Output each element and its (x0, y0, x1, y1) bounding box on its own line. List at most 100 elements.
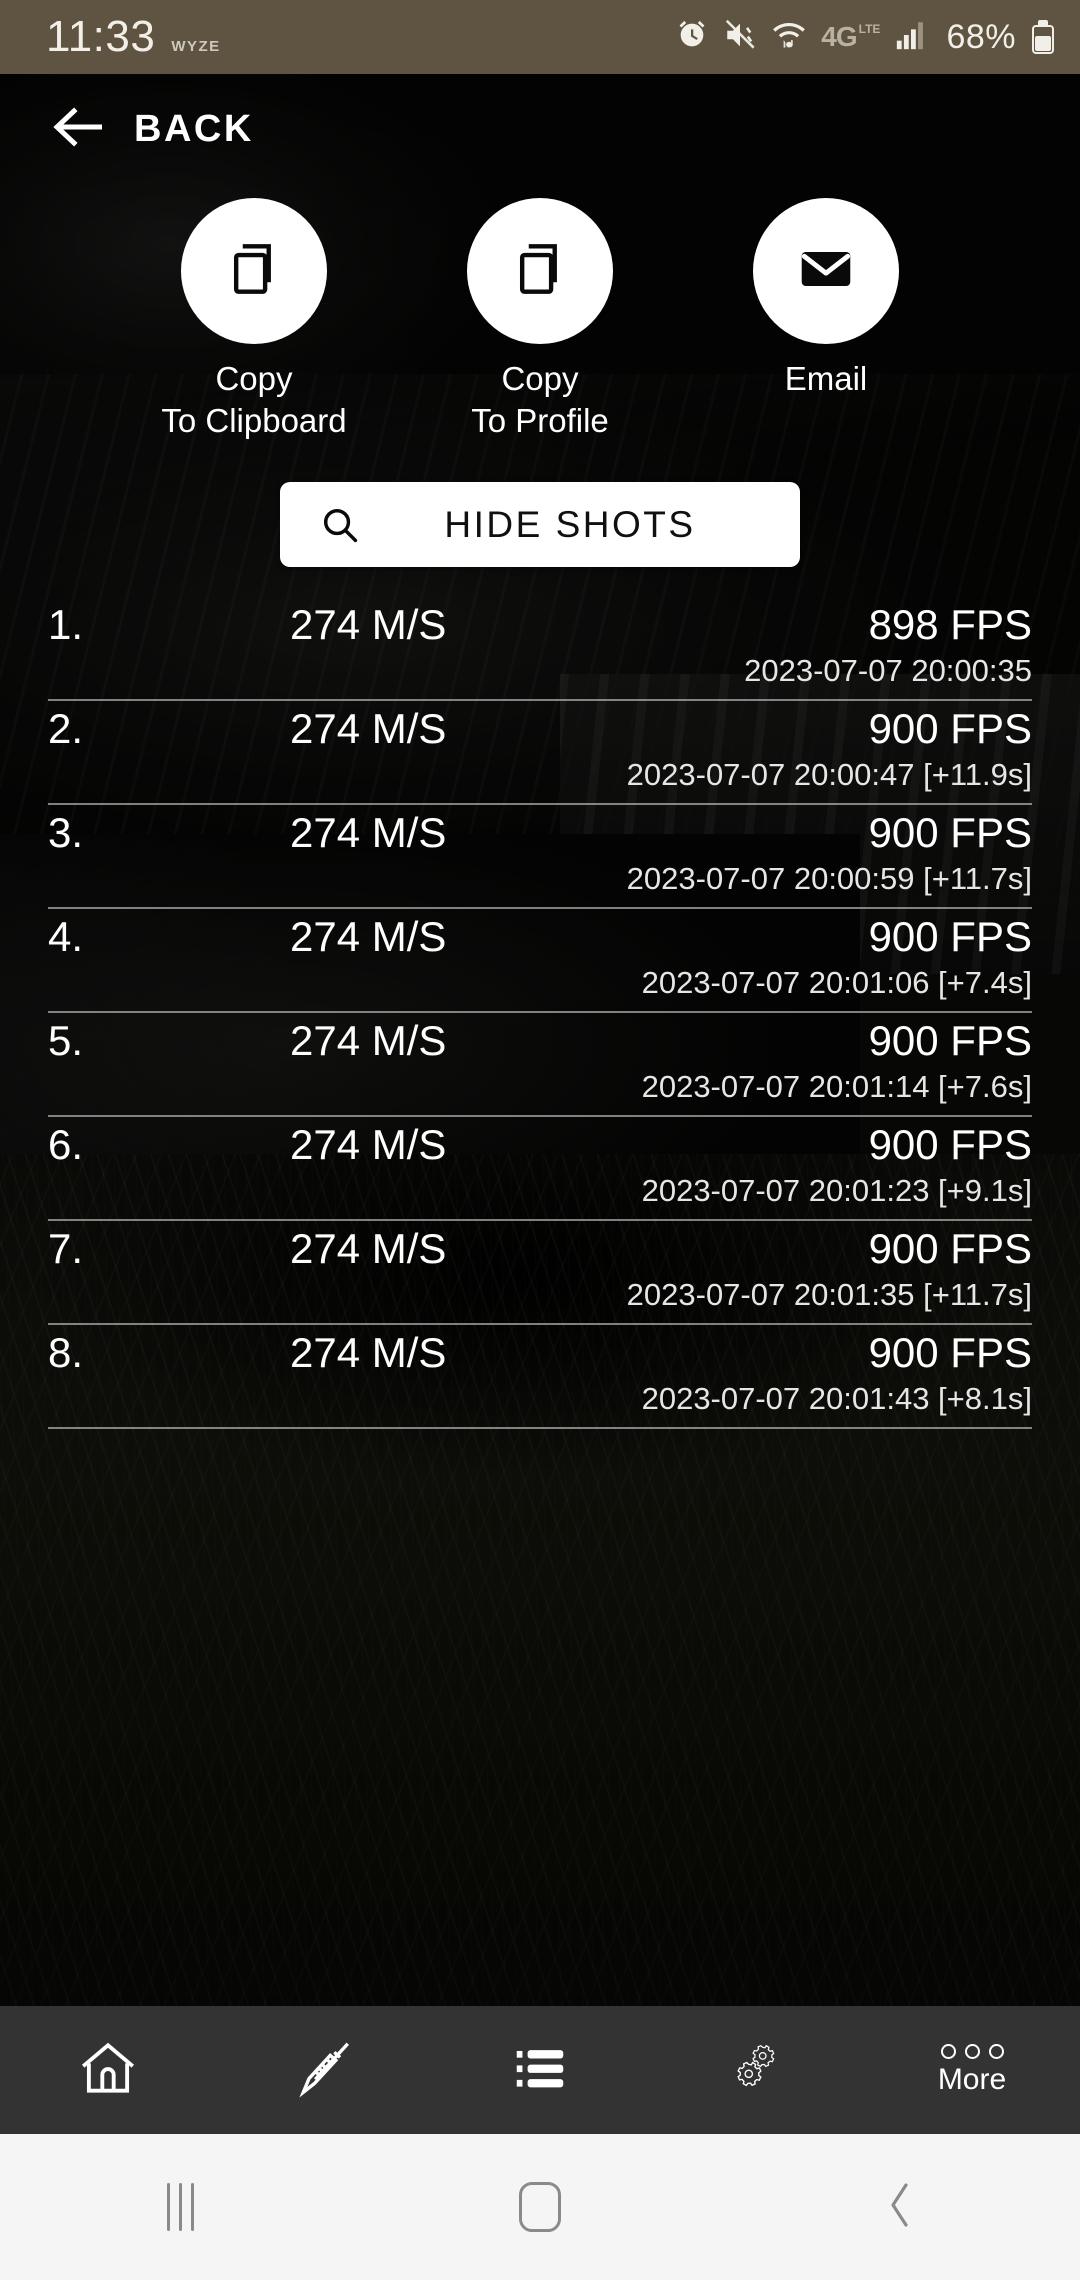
shot-index: 5. (48, 1017, 84, 1065)
battery-icon (1032, 20, 1054, 54)
nav-item-list[interactable] (432, 2006, 648, 2134)
android-system-nav (0, 2134, 1080, 2280)
rifle-icon (293, 2037, 355, 2104)
shot-timestamp: 2023-07-07 20:01:43 [+8.1s] (641, 1381, 1032, 1417)
copy-to-clipboard-circle (181, 198, 327, 344)
nav-item-more-label: More (937, 2062, 1007, 2096)
back-button-label: BACK (134, 107, 254, 150)
copy-to-profile-button[interactable]: Copy To Profile (437, 198, 643, 442)
shot-timestamp: 2023-07-07 20:00:59 [+11.7s] (626, 861, 1032, 897)
app-content: BACK Copy To Clipboard Copy To Profile E… (0, 74, 1080, 2134)
shot-row-main: 3. 274 M/S 900 FPS (48, 809, 1032, 857)
shot-index: 2. (48, 705, 84, 753)
shot-timestamp: 2023-07-07 20:01:23 [+9.1s] (641, 1173, 1032, 1209)
status-bar-left: 11:33 WYZE (46, 15, 221, 59)
copy-to-clipboard-button[interactable]: Copy To Clipboard (151, 198, 357, 442)
nav-item-more[interactable]: More (864, 2006, 1080, 2134)
hide-shots-label: HIDE SHOTS (444, 503, 696, 545)
mute-vibrate-icon (723, 18, 757, 57)
shot-row-main: 6. 274 M/S 900 FPS (48, 1121, 1032, 1169)
shot-speed: 274 M/S (290, 601, 447, 649)
nav-item-settings[interactable] (648, 2006, 864, 2134)
home-icon (519, 2182, 561, 2232)
status-carrier-label: WYZE (171, 38, 221, 55)
shot-index: 6. (48, 1121, 84, 1169)
status-bar-right: 4G LTE 68% (675, 17, 1054, 58)
table-row[interactable]: 8. 274 M/S 900 FPS 2023-07-07 20:01:43 [… (48, 1325, 1032, 1430)
copy-to-profile-circle (467, 198, 613, 344)
shot-speed: 274 M/S (290, 1225, 447, 1273)
shot-fps: 900 FPS (868, 809, 1032, 857)
shot-timestamp: 2023-07-07 20:00:35 (744, 653, 1032, 689)
shot-index: 8. (48, 1329, 84, 1377)
shot-fps: 900 FPS (868, 1225, 1032, 1273)
back-button[interactable]: BACK (52, 105, 254, 154)
alarm-icon (675, 18, 709, 57)
hide-shots-button[interactable]: HIDE SHOTS (280, 482, 800, 568)
app-header: BACK (0, 74, 1080, 184)
copy-icon (223, 238, 285, 305)
table-row[interactable]: 7. 274 M/S 900 FPS 2023-07-07 20:01:35 [… (48, 1221, 1032, 1326)
wifi-icon (771, 17, 807, 58)
nav-item-home[interactable] (0, 2006, 216, 2134)
action-button-row: Copy To Clipboard Copy To Profile Email (0, 184, 1080, 442)
home-icon (77, 2037, 139, 2104)
email-circle (753, 198, 899, 344)
shot-fps: 898 FPS (868, 601, 1032, 649)
more-dots-icon (940, 2043, 1004, 2059)
4g-lte-icon: 4G LTE (821, 21, 881, 52)
android-status-bar: 11:33 WYZE 4G LTE 68% (0, 0, 1080, 74)
app-bottom-nav: More (0, 2006, 1080, 2134)
shot-index: 4. (48, 913, 84, 961)
table-row[interactable]: 6. 274 M/S 900 FPS 2023-07-07 20:01:23 [… (48, 1117, 1032, 1222)
shot-timestamp: 2023-07-07 20:00:47 [+11.9s] (626, 757, 1032, 793)
table-row[interactable]: 3. 274 M/S 900 FPS 2023-07-07 20:00:59 [… (48, 805, 1032, 910)
shot-row-main: 4. 274 M/S 900 FPS (48, 913, 1032, 961)
table-row[interactable]: 4. 274 M/S 900 FPS 2023-07-07 20:01:06 [… (48, 909, 1032, 1014)
search-icon (280, 503, 400, 547)
recents-button[interactable] (0, 2183, 360, 2231)
shot-timestamp: 2023-07-07 20:01:06 [+7.4s] (641, 965, 1032, 1001)
shot-fps: 900 FPS (868, 1121, 1032, 1169)
shot-fps: 900 FPS (868, 1329, 1032, 1377)
table-row[interactable]: 5. 274 M/S 900 FPS 2023-07-07 20:01:14 [… (48, 1013, 1032, 1118)
copy-to-profile-label: Copy To Profile (471, 360, 609, 440)
shot-row-main: 2. 274 M/S 900 FPS (48, 705, 1032, 753)
shot-speed: 274 M/S (290, 1121, 447, 1169)
system-back-button[interactable] (720, 2177, 1080, 2238)
shot-list[interactable]: 1. 274 M/S 898 FPS 2023-07-07 20:00:35 2… (0, 597, 1080, 1430)
shot-speed: 274 M/S (290, 705, 447, 753)
gears-icon (725, 2037, 787, 2104)
table-row[interactable]: 2. 274 M/S 900 FPS 2023-07-07 20:00:47 [… (48, 701, 1032, 806)
recents-icon (166, 2183, 194, 2231)
shot-speed: 274 M/S (290, 809, 447, 857)
email-icon (795, 238, 857, 305)
copy-to-clipboard-label: Copy To Clipboard (161, 360, 347, 440)
nav-item-rifle[interactable] (216, 2006, 432, 2134)
cell-signal-icon (894, 18, 928, 57)
shot-index: 3. (48, 809, 84, 857)
system-home-button[interactable] (360, 2182, 720, 2232)
shot-speed: 274 M/S (290, 913, 447, 961)
shot-row-main: 8. 274 M/S 900 FPS (48, 1329, 1032, 1377)
battery-percent-label: 68% (946, 17, 1016, 56)
shot-row-main: 1. 274 M/S 898 FPS (48, 601, 1032, 649)
email-button[interactable]: Email (723, 198, 929, 442)
shot-fps: 900 FPS (868, 913, 1032, 961)
list-icon (509, 2037, 571, 2104)
email-label: Email (784, 360, 868, 397)
shot-timestamp: 2023-07-07 20:01:14 [+7.6s] (641, 1069, 1032, 1105)
shot-fps: 900 FPS (868, 705, 1032, 753)
copy-icon (509, 238, 571, 305)
shot-index: 7. (48, 1225, 84, 1273)
back-icon (880, 2177, 920, 2238)
shot-index: 1. (48, 601, 84, 649)
table-row[interactable]: 1. 274 M/S 898 FPS 2023-07-07 20:00:35 (48, 597, 1032, 702)
arrow-left-icon (52, 105, 106, 154)
shot-timestamp: 2023-07-07 20:01:35 [+11.7s] (626, 1277, 1032, 1313)
status-clock: 11:33 (46, 12, 156, 61)
shot-speed: 274 M/S (290, 1329, 447, 1377)
hide-shots-wrapper: HIDE SHOTS (0, 482, 1080, 568)
phone-screen: 11:33 WYZE 4G LTE 68% BACK Copy To Clipb… (0, 0, 1080, 2280)
